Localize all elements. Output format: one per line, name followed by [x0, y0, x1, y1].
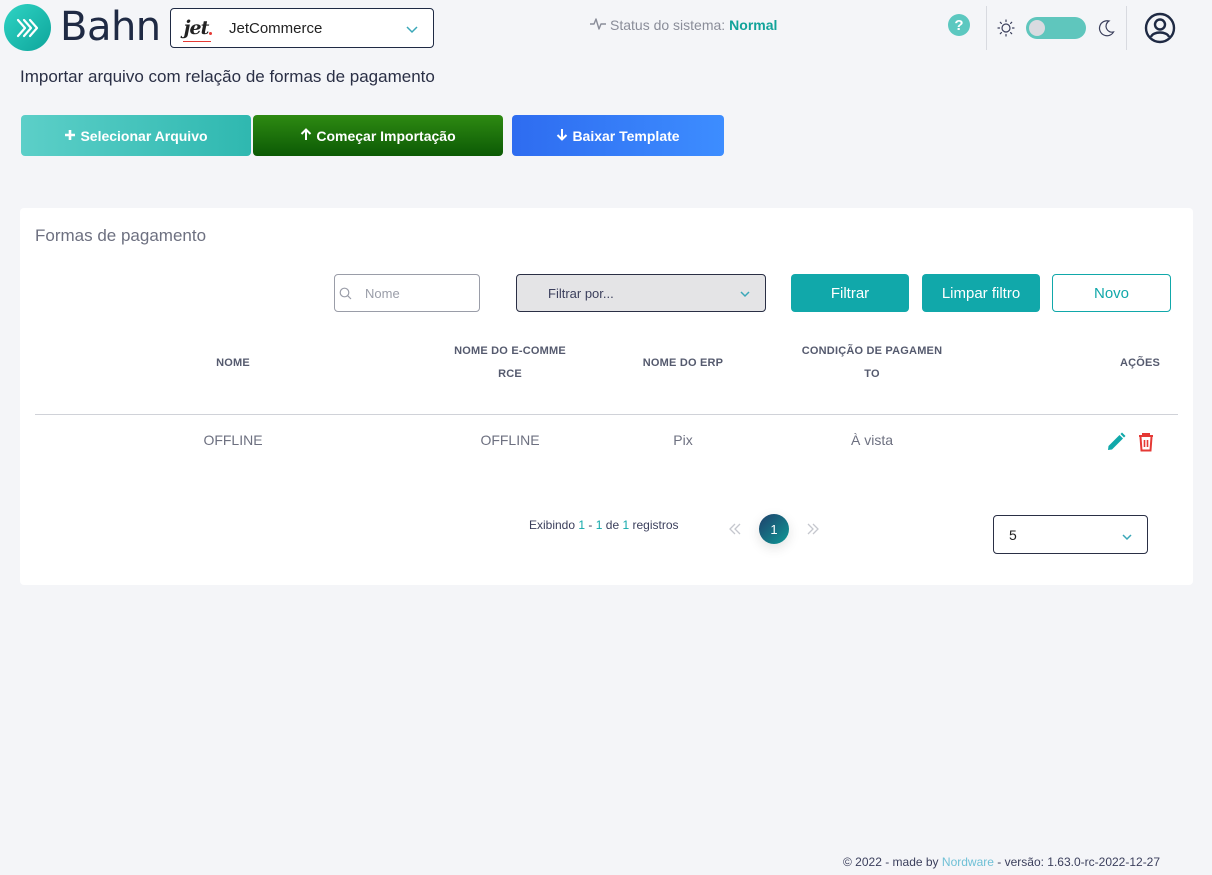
filter-by-select[interactable]: Filtrar por... [516, 274, 766, 312]
footer: © 2022 - made by Nordware - versão: 1.63… [843, 855, 1161, 869]
status-label: Status do sistema: [610, 17, 726, 33]
page-title: Importar arquivo com relação de formas d… [20, 67, 435, 86]
chevrons-right-icon[interactable] [806, 522, 820, 541]
column-header-nome: NOME [216, 357, 250, 369]
toggle-knob [1029, 20, 1045, 36]
activity-icon [590, 17, 606, 33]
header-divider [986, 6, 987, 50]
pencil-icon[interactable] [1106, 432, 1126, 457]
question-circle-icon[interactable]: ? [948, 14, 970, 36]
moon-icon [1096, 18, 1116, 43]
search-icon [339, 287, 352, 305]
chevrons-left-icon[interactable] [728, 522, 742, 541]
chevron-down-icon [739, 288, 751, 303]
cell-nome: OFFLINE [203, 432, 263, 448]
new-button[interactable]: Novo [1052, 274, 1171, 312]
page-size-select[interactable]: 5 [993, 515, 1148, 554]
system-status: Status do sistema: Normal [590, 17, 777, 33]
cell-ecommerce: OFFLINE [480, 432, 540, 448]
search-box[interactable] [334, 274, 480, 312]
theme-toggle[interactable] [1026, 17, 1086, 39]
company-name: JetCommerce [229, 19, 323, 37]
plus-icon [64, 128, 76, 144]
cell-condicao: À vista [850, 432, 893, 448]
arrow-down-icon [556, 128, 568, 144]
user-circle-icon[interactable] [1144, 12, 1176, 49]
start-import-button[interactable]: Começar Importação [253, 115, 503, 156]
logo-text: Bahn [60, 4, 161, 50]
header-divider [1126, 6, 1127, 50]
clear-filter-button[interactable]: Limpar filtro [922, 274, 1040, 312]
arrow-up-icon [300, 127, 312, 144]
sun-icon [997, 19, 1015, 42]
filter-button[interactable]: Filtrar [791, 274, 909, 312]
status-value: Normal [729, 17, 778, 33]
logo-icon[interactable] [4, 4, 51, 51]
footer-brand-link[interactable]: Nordware [942, 855, 994, 869]
column-header-condicao: CONDIÇÃO DE PAGAMEN TO [801, 345, 943, 380]
company-logo: jet [179, 13, 213, 43]
column-header-acoes: AÇÕES [1119, 357, 1161, 369]
select-file-button[interactable]: Selecionar Arquivo [21, 115, 251, 156]
payment-methods-card: Formas de pagamento Filtrar por... Filtr… [20, 208, 1193, 585]
app-header: Bahn jet JetCommerce Status do sistema: … [0, 0, 1212, 56]
download-template-button[interactable]: Baixar Template [512, 115, 724, 156]
cell-erp: Pix [673, 432, 693, 448]
pagination-info: Exibindo 1 - 1 de 1 registros [529, 518, 679, 532]
chevron-down-icon [405, 22, 419, 41]
column-header-erp: NOME DO ERP [642, 357, 724, 369]
table-divider [35, 414, 1178, 415]
page-button-1[interactable]: 1 [759, 514, 789, 544]
trash-icon[interactable] [1137, 432, 1155, 457]
card-title: Formas de pagamento [35, 226, 207, 245]
column-header-ecommerce: NOME DO E-COMME RCE [454, 345, 566, 380]
company-select[interactable]: jet JetCommerce [170, 8, 434, 48]
search-input[interactable] [355, 283, 475, 303]
chevron-down-icon [1121, 530, 1133, 546]
